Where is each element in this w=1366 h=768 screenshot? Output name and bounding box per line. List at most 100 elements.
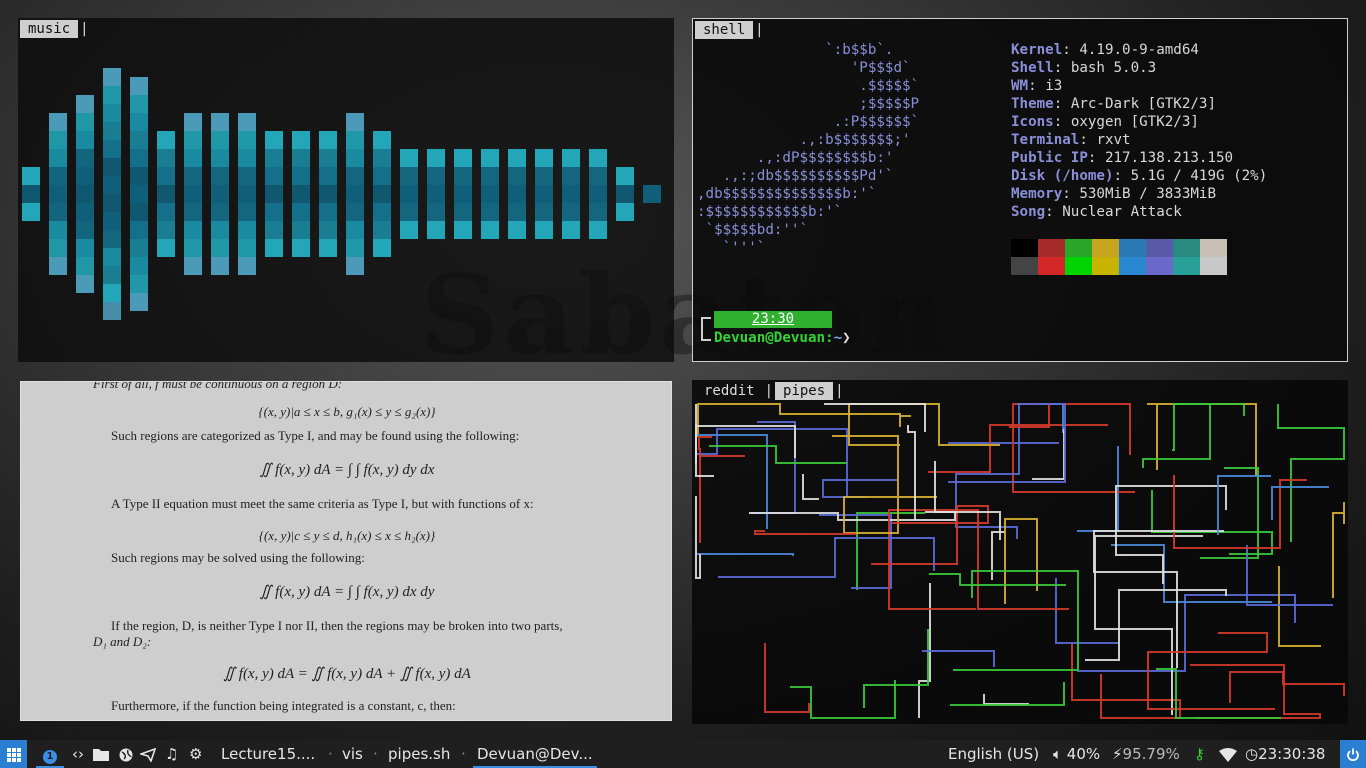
color-swatch (1173, 257, 1200, 275)
logo-line: .,:dP$$$$$$$$b:' (697, 150, 894, 166)
info-row: Song: Nuclear Attack (1011, 204, 1182, 220)
visualizer-bar (76, 95, 94, 293)
logo-line: ;$$$$$P (697, 96, 920, 112)
music-icon[interactable]: ♫ (165, 740, 178, 768)
visualizer-bar (616, 167, 634, 221)
info-value: 530MiB / 3833MiB (1079, 186, 1217, 202)
pdf-viewer-window[interactable]: First of all, f must be continuous on a … (20, 381, 672, 721)
system-info: Kernel: 4.19.0-9-amd64 Shell: bash 5.0.3 W… (1011, 41, 1267, 221)
pipe (1200, 467, 1259, 559)
pipe (1229, 671, 1345, 703)
doc-equation-1: {(x, y)|a ≤ x ≤ b, g₁(x) ≤ y ≤ g₂(x)} (258, 404, 436, 419)
color-swatch (1146, 257, 1173, 275)
tab-reddit[interactable]: reddit (696, 382, 763, 400)
pipe (822, 479, 897, 498)
distro-logo: `:b$$b`. 'P$$$d` .$$$$$` ;$$$$$P .:P$$$$… (697, 41, 919, 257)
keyboard-layout[interactable]: English (US) (948, 740, 1039, 768)
key-icon[interactable]: ⚷ (1194, 740, 1205, 768)
prompt-separator: : (825, 330, 834, 346)
visualizer-bar (265, 131, 283, 257)
visualizer-bar (373, 131, 391, 257)
info-value: rxvt (1096, 132, 1131, 148)
pipe (907, 425, 916, 520)
pipe (696, 403, 901, 437)
prompt-clock: 23:30 (714, 311, 832, 328)
visualizer-bar (643, 185, 661, 203)
visualizer-bar (130, 77, 148, 311)
info-row: Memory: 530MiB / 3833MiB (1011, 186, 1217, 202)
task-separator: · (461, 745, 466, 763)
color-swatch (1200, 257, 1227, 275)
workspace-indicator[interactable]: 1 (36, 740, 64, 768)
tab-pipes[interactable]: pipes (775, 382, 834, 400)
task-separator: · (328, 745, 333, 763)
visualizer-bar (292, 131, 310, 257)
pipe (802, 474, 819, 500)
pipe (695, 425, 796, 463)
clock[interactable]: ◷23:30:38 (1245, 740, 1325, 768)
info-value: i3 (1045, 78, 1063, 94)
pipe (991, 531, 1005, 580)
task-pipes[interactable]: pipes.sh (388, 740, 450, 768)
shell-window[interactable]: shell | `:b$$b`. 'P$$$d` .$$$$$` ;$$$$$P… (692, 18, 1348, 362)
pipe (1151, 490, 1273, 555)
color-swatch (1011, 257, 1038, 275)
music-window[interactable]: music | (18, 18, 674, 362)
gear-icon[interactable]: ⚙ (189, 740, 202, 768)
visualizer-bar (562, 149, 580, 239)
info-key: Song (1011, 204, 1046, 220)
task-terminal[interactable]: Devuan@Dev... (473, 740, 597, 768)
info-row: Terminal: rxvt (1011, 132, 1131, 148)
wifi-icon[interactable] (1219, 740, 1237, 768)
task-separator: · (373, 745, 378, 763)
pipe (922, 650, 995, 667)
prompt-bracket (701, 317, 711, 341)
grid-icon (6, 747, 21, 762)
tab-music[interactable]: music (20, 20, 79, 38)
visualizer-bar (22, 167, 40, 221)
visualizer-bar (508, 149, 526, 239)
folder-icon[interactable] (93, 740, 109, 768)
visualizer-bar (319, 131, 337, 257)
power-button[interactable] (1340, 740, 1366, 768)
pipe (1077, 446, 1119, 532)
info-key: Kernel (1011, 42, 1063, 58)
app-menu-button[interactable] (0, 740, 27, 768)
pipe (1085, 589, 1227, 661)
doc-partial-line: First of all, f must be continuous on a … (93, 381, 343, 391)
color-swatch (1119, 239, 1146, 257)
prompt-user: Devuan@Devuan (714, 330, 826, 346)
pipe (1009, 404, 1050, 428)
info-value: 5.1G / 419G (2%) (1130, 168, 1268, 184)
globe-icon[interactable] (119, 740, 133, 768)
doc-paragraph-4: If the region, D, is neither Type I nor … (111, 618, 563, 633)
doc-equation-2: ∬ f(x, y) dA = ∫ ∫ f(x, y) dy dx (259, 462, 435, 478)
pipe (696, 553, 794, 556)
pipes-window[interactable]: reddit | pipes | (692, 380, 1348, 724)
info-key: Shell (1011, 60, 1054, 76)
send-icon[interactable] (138, 740, 157, 768)
doc-equation-4: ∬ f(x, y) dA = ∫ ∫ f(x, y) dx dy (259, 584, 435, 600)
info-value: Nuclear Attack (1062, 204, 1182, 220)
info-row: Shell: bash 5.0.3 (1011, 60, 1157, 76)
pipe (929, 573, 1066, 586)
speaker-icon: 🔈︎ (1053, 745, 1063, 763)
pipe (1156, 668, 1281, 719)
info-key: Terminal (1011, 132, 1080, 148)
visualizer-bar (49, 113, 67, 275)
plug-icon: ⚡︎ (1112, 745, 1123, 763)
volume-indicator[interactable]: 🔈︎ 40% (1053, 740, 1100, 768)
pipe (1277, 404, 1345, 542)
music-tabbar: music | (20, 19, 91, 39)
task-lecture[interactable]: Lecture15.... (221, 740, 315, 768)
power-icon (1347, 748, 1359, 761)
visualizer-bar (103, 68, 121, 320)
tab-shell[interactable]: shell (695, 21, 754, 39)
code-icon[interactable]: ‹› (72, 740, 84, 768)
tab-separator: | (755, 22, 764, 38)
pipe (1071, 643, 1181, 719)
battery-indicator[interactable]: ⚡︎95.79% (1112, 740, 1180, 768)
info-row: WM: i3 (1011, 78, 1063, 94)
shell-prompt[interactable]: Devuan@Devuan:~❯ (714, 329, 851, 347)
task-vis[interactable]: vis (342, 740, 363, 768)
